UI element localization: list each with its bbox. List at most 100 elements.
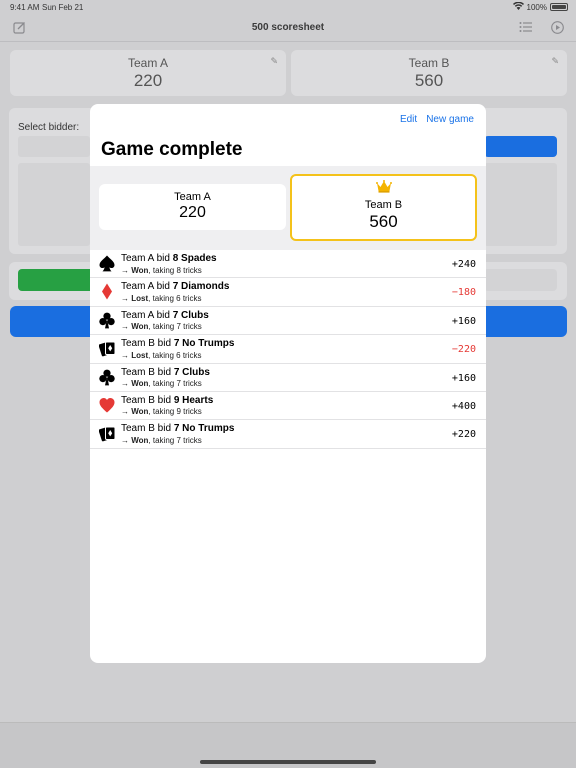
round-detail: , taking 7 tricks — [148, 322, 202, 332]
pencil-icon[interactable]: ✎ — [551, 56, 559, 67]
round-bid-text: Team A bid 7 Diamonds — [121, 281, 229, 292]
round-row[interactable]: Team B bid 7 Clubs → Won, taking 7 tricks… — [90, 364, 486, 392]
round-row[interactable]: Team A bid 8 Spades → Won, taking 8 trick… — [90, 250, 486, 279]
bg-bid-picker[interactable] — [18, 163, 90, 246]
round-bidder: Team A bid — [121, 309, 173, 321]
round-detail: , taking 8 tricks — [148, 265, 202, 275]
round-bid: 7 No Trumps — [173, 338, 235, 350]
round-result: Won — [131, 265, 149, 275]
round-bid: 7 No Trumps — [173, 423, 235, 435]
round-points: +160 — [451, 372, 476, 384]
bg-team-b-name: Team B — [408, 56, 450, 70]
game-complete-modal: Edit New game Game complete Team A 220 T… — [90, 104, 486, 663]
round-bid: 7 Clubs — [173, 366, 210, 378]
page-title: 500 scoresheet — [251, 22, 325, 33]
round-bid-text: Team A bid 7 Clubs — [121, 310, 209, 321]
round-bidder: Team A bid — [121, 281, 173, 293]
round-row[interactable]: Team B bid 9 Hearts → Won, taking 9 trick… — [90, 392, 486, 421]
round-result: Won — [131, 379, 149, 389]
nav-bar: 500 scoresheet — [0, 14, 576, 42]
round-points: +220 — [451, 429, 476, 441]
pencil-icon[interactable]: ✎ — [270, 56, 278, 67]
round-result: Lost — [131, 293, 149, 303]
round-points: +240 — [451, 259, 476, 270]
modal-actions: Edit New game — [400, 114, 474, 125]
round-result-text: → Won, taking 9 tricks — [121, 407, 202, 416]
cards-icon — [99, 425, 117, 443]
bg-team-a-score: 220 — [133, 71, 163, 90]
bg-bidder-selected[interactable] — [484, 136, 557, 157]
arrow-right-icon: → — [121, 379, 132, 389]
team-a-card: Team A 220 — [99, 184, 286, 230]
round-bidder: Team B bid — [121, 366, 174, 378]
round-bid: 9 Hearts — [173, 394, 214, 406]
status-indicators: 100% — [512, 1, 568, 12]
round-bid-text: Team B bid 7 Clubs — [121, 367, 210, 378]
edit-button[interactable]: Edit — [400, 114, 417, 125]
new-game-button[interactable]: New game — [426, 114, 474, 125]
round-row[interactable]: Team B bid 7 No Trumps → Lost, taking 6 t… — [90, 335, 486, 364]
bg-bid-picker-right[interactable] — [484, 163, 557, 246]
round-detail: , taking 6 tricks — [148, 350, 202, 360]
status-bar: 9:41 AM Sun Feb 21 100% — [0, 0, 576, 14]
round-bid-text: Team B bid 7 No Trumps — [121, 338, 234, 349]
status-date: Sun Feb 21 — [42, 3, 84, 12]
battery-icon — [550, 3, 568, 11]
home-indicator — [200, 760, 376, 764]
arrow-right-icon: → — [121, 322, 132, 332]
team-a-score: 220 — [179, 204, 206, 221]
round-bid: 7 Diamonds — [172, 281, 230, 293]
round-result-text: → Won, taking 8 tricks — [121, 266, 202, 275]
select-bidder-label: Select bidder: — [18, 122, 80, 133]
team-b-name: Team B — [364, 199, 403, 211]
round-result-text: → Won, taking 7 tricks — [121, 322, 202, 331]
diamond-icon — [99, 283, 117, 301]
round-detail: , taking 7 tricks — [148, 435, 202, 445]
round-points: +160 — [451, 315, 476, 327]
team-b-card: Team B 560 — [290, 174, 477, 241]
round-result-text: → Won, taking 7 tricks — [121, 436, 202, 445]
modal-title: Game complete — [101, 139, 243, 160]
spade-icon — [99, 255, 117, 273]
bg-tricks-field[interactable] — [484, 269, 557, 291]
crown-icon — [292, 180, 475, 196]
round-row[interactable]: Team A bid 7 Diamonds → Lost, taking 6 tr… — [90, 278, 486, 307]
bg-team-b-card[interactable]: Team B 560 ✎ — [291, 50, 567, 96]
round-result: Lost — [131, 350, 149, 360]
round-row[interactable]: Team A bid 7 Clubs → Won, taking 7 tricks… — [90, 307, 486, 336]
round-points: −220 — [451, 344, 476, 356]
bg-bidder-option[interactable] — [18, 136, 90, 157]
play-circle-icon[interactable] — [550, 21, 564, 35]
round-points: −180 — [451, 287, 476, 299]
round-bid: 8 Spades — [172, 253, 217, 264]
round-result: Won — [131, 322, 149, 332]
battery-percent: 100% — [526, 2, 547, 12]
team-a-name: Team A — [174, 191, 211, 203]
arrow-right-icon: → — [121, 293, 132, 303]
arrow-right-icon: → — [121, 350, 132, 360]
bg-won-button[interactable] — [18, 269, 98, 291]
round-result: Won — [131, 435, 149, 445]
round-bidder: Team B bid — [121, 423, 174, 435]
round-bidder: Team A bid — [121, 253, 173, 264]
wifi-icon — [512, 1, 524, 12]
round-detail: , taking 9 tricks — [148, 407, 202, 417]
list-icon[interactable] — [518, 21, 532, 35]
round-bid: 7 Clubs — [172, 309, 209, 321]
round-result-text: → Lost, taking 6 tricks — [121, 294, 201, 303]
round-row[interactable]: Team B bid 7 No Trumps → Won, taking 7 tr… — [90, 420, 486, 449]
round-result: Won — [131, 407, 149, 417]
arrow-right-icon: → — [121, 265, 132, 275]
round-result-text: → Lost, taking 6 tricks — [121, 351, 201, 360]
round-result-text: → Won, taking 7 tricks — [121, 379, 202, 388]
bg-team-a-card[interactable]: Team A 220 ✎ — [10, 50, 286, 96]
club-icon — [99, 369, 117, 387]
round-bidder: Team B bid — [121, 338, 174, 350]
round-bid-text: Team B bid 9 Hearts — [121, 395, 213, 406]
round-list: Team A bid 8 Spades → Won, taking 8 trick… — [90, 250, 486, 449]
round-bid-text: Team B bid 7 No Trumps — [121, 423, 234, 434]
round-detail: , taking 6 tricks — [148, 293, 202, 303]
bg-team-a-name: Team A — [127, 56, 169, 70]
status-time: 9:41 AM — [10, 3, 40, 12]
arrow-right-icon: → — [121, 407, 132, 417]
